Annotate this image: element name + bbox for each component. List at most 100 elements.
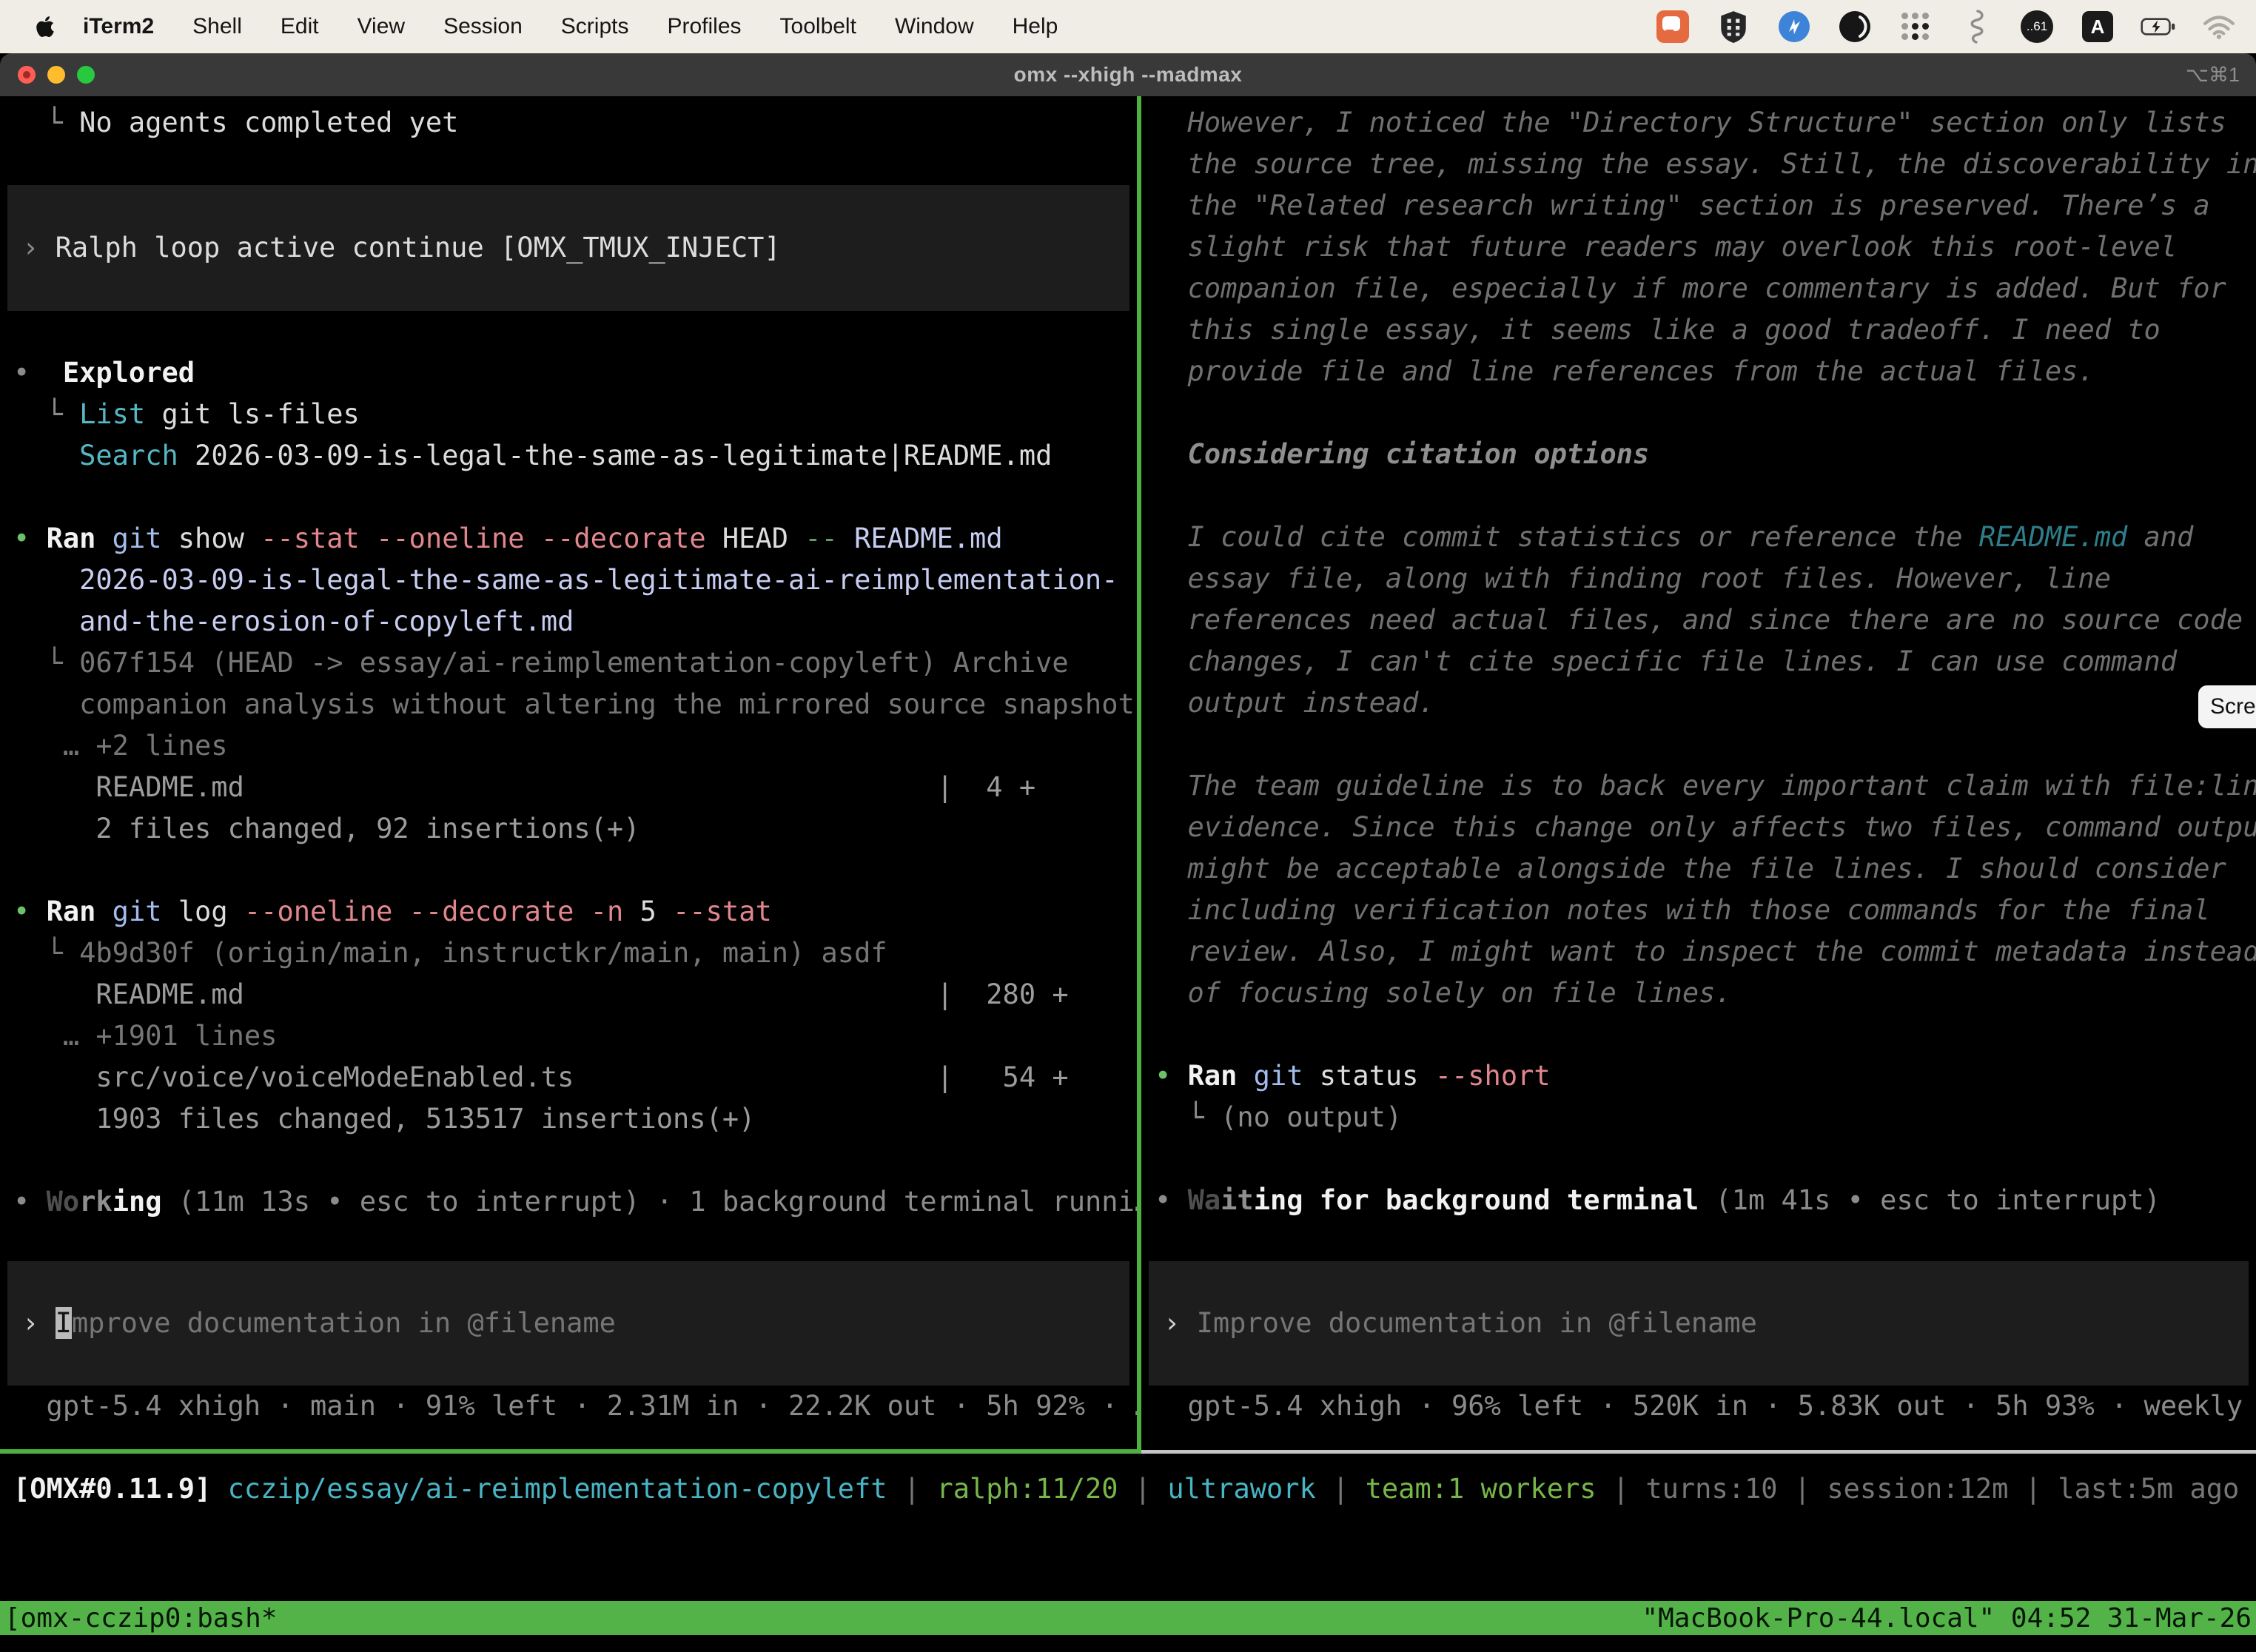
blue-badge-icon[interactable]	[1776, 9, 1812, 44]
terminal-line: Search 2026-03-09-is-legal-the-same-as-l…	[0, 435, 1137, 477]
menu-item-iterm2[interactable]: iTerm2	[83, 14, 154, 39]
terminal-line: However, I noticed the "Directory Struct…	[1141, 102, 2256, 144]
squiggle-icon[interactable]	[1958, 9, 1994, 44]
terminal-line: └ List git ls-files	[0, 394, 1137, 435]
menu-items: iTerm2 Shell Edit View Session Scripts Profile…	[83, 14, 1058, 39]
menu-item-shell[interactable]: Shell	[192, 14, 242, 39]
terminal-line	[1141, 392, 2256, 434]
terminal-line: Considering citation options	[1141, 434, 2256, 475]
zoom-window-button[interactable]	[77, 66, 95, 84]
shield-icon[interactable]	[1716, 9, 1751, 44]
terminal-line: README.md | 4 +	[0, 767, 1137, 808]
left-prompt-input[interactable]: › Improve documentation in @filename	[7, 1261, 1129, 1386]
right-prompt-text: › Improve documentation in @filename	[1149, 1303, 1757, 1344]
menu-item-session[interactable]: Session	[443, 14, 523, 39]
terminal-line: 1903 files changed, 513517 insertions(+)	[0, 1098, 1137, 1140]
battery-icon[interactable]	[2141, 9, 2176, 44]
minimize-window-button[interactable]	[47, 66, 65, 84]
terminal-line: 2026-03-09-is-legal-the-same-as-legitima…	[0, 560, 1137, 601]
menu-item-scripts[interactable]: Scripts	[561, 14, 629, 39]
terminal-line: including verification notes with those …	[1141, 890, 2256, 931]
menu-item-view[interactable]: View	[357, 14, 405, 39]
right-prompt-input[interactable]: › Improve documentation in @filename	[1149, 1261, 2249, 1386]
menu-status-icons: ..61 A	[1655, 9, 2237, 44]
terminal-line: └ (no output)	[1141, 1097, 2256, 1138]
terminal-line: • Ran git show --stat --oneline --decora…	[0, 518, 1137, 560]
keyboard-a-icon[interactable]: A	[2080, 9, 2115, 44]
terminal-line	[1141, 1014, 2256, 1055]
tmux-host-clock: "MacBook-Pro-44.local" 04:52 31-Mar-26	[1642, 1603, 2252, 1633]
menu-item-profiles[interactable]: Profiles	[667, 14, 741, 39]
terminal-line	[0, 1140, 1137, 1181]
window-title-bar: omx --xhigh --madmax ⌥⌘1	[0, 53, 2256, 96]
dark-disc-icon[interactable]	[1837, 9, 1873, 44]
terminal-line	[1141, 1138, 2256, 1180]
terminal-line	[0, 850, 1137, 891]
right-pane-output: However, I noticed the "Directory Struct…	[1141, 102, 2256, 1221]
terminal-line: output instead.	[1141, 682, 2256, 724]
tmux-session-window[interactable]: [omx-cczip0:bash*	[4, 1603, 277, 1633]
screen-share-flyout[interactable]: Scre	[2198, 685, 2256, 728]
menu-item-window[interactable]: Window	[895, 14, 974, 39]
terminal-line	[0, 477, 1137, 518]
terminal-line	[0, 311, 1137, 352]
window-title: omx --xhigh --madmax	[1014, 63, 1243, 87]
left-terminal-pane[interactable]: └ No agents completed yet › Ralph loop a…	[0, 96, 1137, 1449]
terminal-line: • Ran git log --oneline --decorate -n 5 …	[0, 891, 1137, 933]
wifi-icon[interactable]	[2201, 9, 2237, 44]
left-prompt-text: › Improve documentation in @filename	[7, 1303, 616, 1344]
right-model-status: gpt-5.4 xhigh · 96% left · 520K in · 5.8…	[1141, 1386, 2256, 1427]
terminal-line: references need actual files, and since …	[1141, 600, 2256, 641]
terminal-line: The team guideline is to back every impo…	[1141, 765, 2256, 807]
menu-item-edit[interactable]: Edit	[281, 14, 319, 39]
terminal-line	[1141, 724, 2256, 765]
dots-grid-icon[interactable]	[1898, 9, 1933, 44]
terminal-line: src/voice/voiceModeEnabled.ts | 54 +	[0, 1057, 1137, 1098]
terminal-line: • Explored	[0, 352, 1137, 394]
terminal-line: evidence. Since this change only affects…	[1141, 807, 2256, 848]
terminal-line: companion file, especially if more comme…	[1141, 268, 2256, 309]
terminal-line: README.md | 280 +	[0, 974, 1137, 1015]
terminal-line: slight risk that future readers may over…	[1141, 226, 2256, 268]
terminal-line: • Ran git status --short	[1141, 1055, 2256, 1097]
close-window-button[interactable]	[18, 66, 36, 84]
terminal-line: 2 files changed, 92 insertions(+)	[0, 808, 1137, 850]
terminal-line: review. Also, I might want to inspect th…	[1141, 931, 2256, 973]
terminal-line: essay file, along with finding root file…	[1141, 558, 2256, 600]
terminal-line: companion analysis without altering the …	[0, 684, 1137, 725]
terminal-line: this single essay, it seems like a good …	[1141, 309, 2256, 351]
terminal-line: the "Related research writing" section i…	[1141, 185, 2256, 226]
terminal-line: might be acceptable alongside the file l…	[1141, 848, 2256, 890]
traffic-lights	[18, 53, 95, 96]
bottom-divider-right	[1141, 1450, 2256, 1454]
terminal-line: of focusing solely on file lines.	[1141, 973, 2256, 1014]
apple-menu-icon[interactable]	[33, 14, 58, 39]
macos-menu-bar: iTerm2 Shell Edit View Session Scripts Profile…	[0, 0, 2256, 53]
terminal-line: • Waiting for background terminal (1m 41…	[1141, 1180, 2256, 1221]
menu-item-help[interactable]: Help	[1013, 14, 1058, 39]
terminal-line: I could cite commit statistics or refere…	[1141, 517, 2256, 558]
bottom-divider-left	[0, 1449, 1137, 1454]
terminal-line: └ 067f154 (HEAD -> essay/ai-reimplementa…	[0, 642, 1137, 684]
badge-61-icon[interactable]: ..61	[2019, 9, 2055, 44]
terminal-line	[1141, 475, 2256, 517]
terminal-line: changes, I can't cite specific file line…	[1141, 641, 2256, 682]
terminal-line: provide file and line references from th…	[1141, 351, 2256, 392]
inline-panel: › Ralph loop active continue [OMX_TMUX_I…	[7, 185, 1129, 311]
tmux-status-bar: [omx-cczip0:bash* "MacBook-Pro-44.local"…	[0, 1601, 2256, 1635]
window-shortcut-badge: ⌥⌘1	[2186, 53, 2240, 96]
menu-item-toolbelt[interactable]: Toolbelt	[780, 14, 856, 39]
terminal-line: └ 4b9d30f (origin/main, instructkr/main,…	[0, 933, 1137, 974]
chat-app-icon[interactable]	[1655, 9, 1691, 44]
terminal-line: … +2 lines	[0, 725, 1137, 767]
terminal-line	[0, 144, 1137, 185]
terminal-line: the source tree, missing the essay. Stil…	[1141, 144, 2256, 185]
left-model-status: gpt-5.4 xhigh · main · 91% left · 2.31M …	[0, 1386, 1137, 1427]
terminal-line: … +1901 lines	[0, 1015, 1137, 1057]
terminal-line: └ No agents completed yet	[0, 102, 1137, 144]
terminal-line: and-the-erosion-of-copyleft.md	[0, 601, 1137, 642]
left-pane-output: └ No agents completed yet › Ralph loop a…	[0, 102, 1137, 1223]
pane-split-divider[interactable]	[1137, 96, 1141, 1454]
right-terminal-pane[interactable]: However, I noticed the "Directory Struct…	[1141, 96, 2256, 1449]
omx-session-status: [OMX#0.11.9] cczip/essay/ai-reimplementa…	[0, 1468, 2256, 1510]
